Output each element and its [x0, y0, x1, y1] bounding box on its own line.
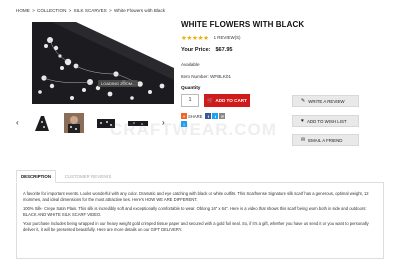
email-icon[interactable]: ✉ [219, 113, 226, 119]
breadcrumb-separator: > [109, 8, 112, 13]
share-label: SHARE [188, 113, 203, 119]
heart-icon: ♥ [301, 118, 304, 124]
email-friend-button[interactable]: ✉ EMAIL A FRIEND [292, 134, 359, 146]
tab-customer-reviews[interactable]: CUSTOMER REVIEWS [60, 170, 116, 183]
write-review-label: WRITE A REVIEW [308, 98, 345, 104]
add-to-cart-button[interactable]: 🛒 ADD TO CART [204, 94, 250, 107]
write-review-button[interactable]: ✎ WRITE A REVIEW [292, 95, 359, 107]
twitter-icon[interactable]: t [212, 113, 219, 119]
quantity-label: Quantity [181, 86, 201, 91]
pencil-icon: ✎ [301, 98, 306, 104]
thumbnail-1[interactable] [32, 113, 52, 133]
share-bar: + SHARE f t ✉ [181, 113, 226, 119]
email-friend-label: EMAIL A FRIEND [308, 137, 343, 143]
review-count-link[interactable]: 1 REVIEW(S) [214, 35, 241, 40]
watermark: CRAFTWEAR.COM [110, 120, 277, 139]
description-paragraph-3: Your purchase includes being wrapped in … [23, 221, 369, 232]
product-tabs: DESCRIPTION CUSTOMER REVIEWS [16, 170, 384, 183]
description-paragraph-2: 100% Silk- Crepe Satin Plain. This silk … [23, 206, 367, 217]
price-row: Your Price: $67.95 [181, 47, 233, 53]
breadcrumb-collection[interactable]: COLLECTION [37, 8, 66, 13]
breadcrumb: HOME > COLLECTION > SILK SCARVES > White… [16, 8, 166, 13]
breadcrumb-separator: > [68, 8, 72, 13]
loading-zoom-label: LOADING ZOOM... [98, 80, 139, 87]
thumbnail-2[interactable] [64, 113, 84, 133]
envelope-icon: ✉ [301, 137, 306, 143]
breadcrumb-separator: > [32, 8, 35, 13]
breadcrumb-silk-scarves[interactable]: SILK SCARVES [74, 8, 107, 13]
breadcrumb-current: White Flowers with Black [114, 8, 166, 13]
cart-icon: 🛒 [207, 97, 214, 104]
facebook-icon[interactable]: f [205, 113, 212, 119]
breadcrumb-home[interactable]: HOME [16, 8, 30, 13]
quantity-input[interactable]: 1 [181, 94, 199, 107]
availability-text: Available [181, 62, 200, 67]
product-rating: ★★★★★ 1 REVIEW(S) [181, 34, 241, 42]
scarf-image [32, 22, 174, 104]
tab-description[interactable]: DESCRIPTION [16, 170, 56, 183]
add-to-wishlist-label: ADD TO WISH LIST [306, 118, 347, 124]
product-main-image[interactable]: LOADING ZOOM... [32, 22, 174, 104]
star-rating-icon: ★★★★★ [181, 34, 209, 42]
share-plus-icon[interactable]: + [181, 113, 187, 119]
add-to-wishlist-button[interactable]: ♥ ADD TO WISH LIST [292, 115, 359, 127]
price-value: $67.95 [215, 47, 233, 53]
item-number: Item Number: WFBLK01 [181, 74, 232, 79]
description-panel: A favorite for important events. Looks w… [16, 183, 384, 259]
description-paragraph-1: A favorite for important events. Looks w… [23, 191, 369, 202]
product-title: WHITE FLOWERS WITH BLACK [181, 20, 305, 29]
add-to-cart-label: ADD TO CART [215, 98, 247, 103]
thumbnail-prev-arrow[interactable]: ‹ [16, 119, 19, 127]
price-label: Your Price: [181, 47, 211, 53]
